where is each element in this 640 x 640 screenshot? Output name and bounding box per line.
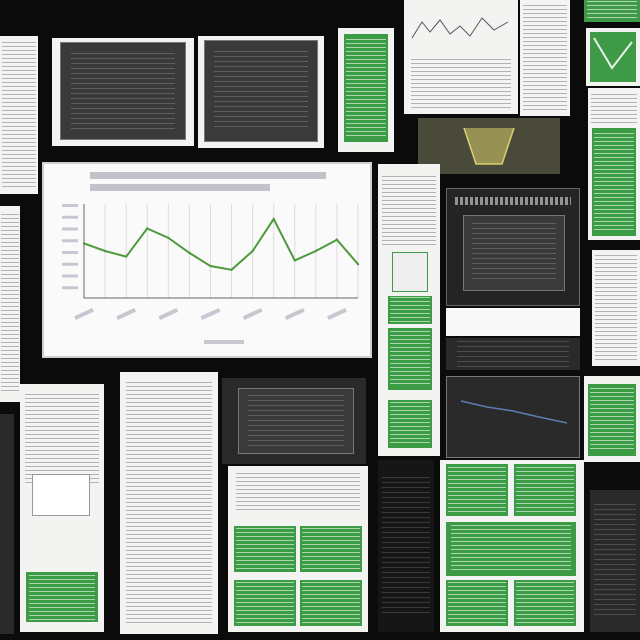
dark-panel bbox=[590, 490, 640, 632]
y-tick-label bbox=[62, 262, 78, 266]
mini-line-chart bbox=[411, 17, 509, 39]
data-point bbox=[356, 262, 360, 266]
document-thumbnail bbox=[0, 36, 38, 194]
document-thumbnail bbox=[120, 372, 218, 634]
spreadsheet-thumbnail bbox=[338, 28, 394, 152]
dark-chart-thumbnail bbox=[222, 378, 366, 464]
x-axis-label bbox=[204, 340, 244, 344]
mini-line-chart bbox=[460, 400, 568, 424]
mini-line-chart bbox=[590, 32, 636, 82]
series-line bbox=[83, 217, 359, 271]
x-tick-label bbox=[242, 307, 263, 321]
chart-heading-line bbox=[90, 172, 326, 179]
main-line-chart bbox=[42, 162, 372, 358]
data-point bbox=[146, 227, 149, 230]
x-tick-label bbox=[284, 307, 305, 321]
chart-thumbnail bbox=[586, 28, 640, 86]
chart-heading-line bbox=[90, 184, 270, 191]
dark-chart-thumbnail bbox=[446, 188, 580, 306]
y-tick-label bbox=[62, 251, 78, 254]
chart-thumbnail bbox=[198, 36, 324, 148]
data-point bbox=[82, 242, 86, 245]
white-panel bbox=[446, 308, 580, 336]
dark-panel bbox=[0, 414, 14, 634]
data-point bbox=[167, 236, 170, 240]
spreadsheet-thumbnail bbox=[588, 88, 640, 240]
x-tick-label bbox=[158, 307, 179, 321]
x-tick-label bbox=[327, 307, 347, 321]
y-tick-label bbox=[62, 227, 78, 231]
dark-document-thumbnail bbox=[378, 460, 434, 632]
x-tick-label bbox=[200, 307, 221, 321]
data-point bbox=[209, 264, 212, 268]
x-tick-label bbox=[74, 307, 94, 321]
chart-thumbnail bbox=[52, 38, 194, 146]
spreadsheet-thumbnail bbox=[378, 164, 440, 456]
document-thumbnail bbox=[20, 384, 104, 632]
data-point bbox=[335, 238, 339, 241]
y-tick-label bbox=[62, 239, 78, 243]
document-thumbnail bbox=[520, 0, 570, 116]
y-tick-label bbox=[62, 215, 78, 219]
data-point bbox=[230, 268, 233, 271]
dark-chart-thumbnail bbox=[446, 376, 580, 458]
data-point bbox=[103, 249, 107, 253]
spreadsheet-thumbnail bbox=[584, 376, 640, 462]
data-point bbox=[251, 249, 254, 253]
x-tick-label bbox=[116, 307, 137, 321]
y-tick-label bbox=[62, 274, 78, 278]
chart-thumbnail bbox=[404, 0, 518, 114]
spreadsheet-thumbnail bbox=[228, 466, 368, 632]
data-point bbox=[124, 255, 128, 258]
data-point bbox=[293, 259, 296, 262]
document-thumbnail bbox=[592, 250, 640, 366]
line-chart-svg bbox=[62, 172, 360, 344]
document-thumbnail bbox=[0, 206, 20, 402]
data-point bbox=[272, 217, 275, 221]
data-point bbox=[314, 249, 318, 253]
y-tick-label bbox=[62, 204, 78, 207]
data-point bbox=[188, 251, 191, 255]
chart-heading bbox=[455, 197, 571, 205]
y-tick-label bbox=[62, 286, 78, 290]
spreadsheet-thumbnail bbox=[440, 460, 584, 632]
dark-panel bbox=[446, 338, 580, 370]
spreadsheet-thumbnail bbox=[584, 0, 640, 22]
